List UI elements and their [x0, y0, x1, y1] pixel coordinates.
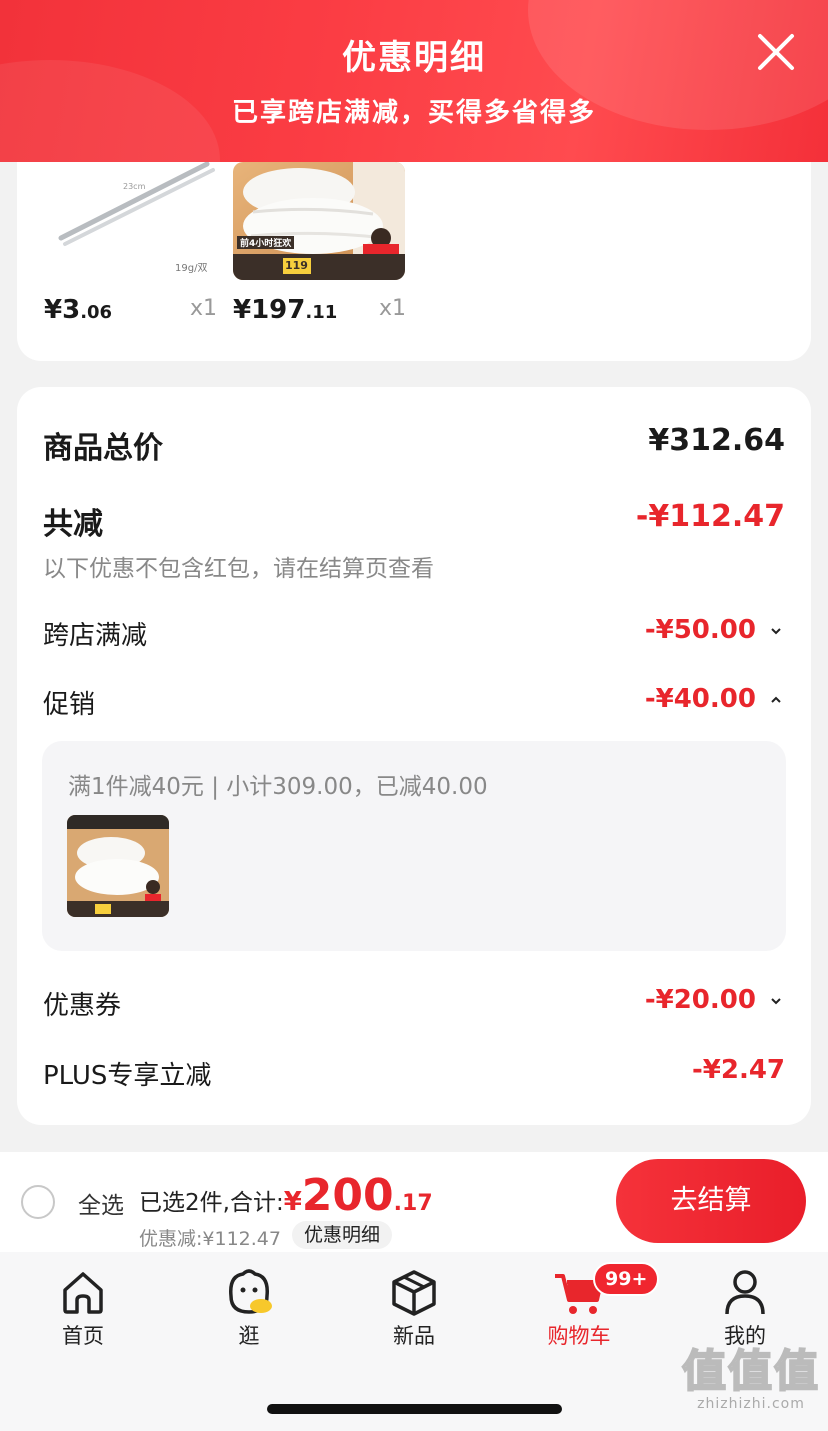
page-title: 优惠明细 [342, 38, 486, 78]
promo-detail-box: 满1件减40元 | 小计309.00，已减40.00 [42, 741, 786, 951]
home-indicator [267, 1404, 562, 1414]
total-price-value: ¥312.64 [648, 423, 785, 458]
checkout-bar: 全选 已选2件,合计:¥200.17 优惠减:¥112.47 优惠明细 去结算 [0, 1152, 828, 1252]
total-reduce-label: 共减 [43, 507, 103, 542]
watermark-url: zhizhizhi.com [697, 1396, 805, 1412]
tab-me[interactable]: 我的 [685, 1266, 805, 1350]
product-image-quilt[interactable]: 前4小时狂欢 119 [233, 162, 405, 280]
selected-total: 已选2件,合计:¥200.17 [139, 1170, 433, 1221]
discount-amount-text: 优惠减:¥112.47 [139, 1228, 281, 1250]
total-reduce-row: 共减 -¥112.47 [43, 499, 785, 542]
cross-store-label: 跨店满减 [43, 621, 148, 651]
product-price-2-int: ¥197 [233, 295, 306, 325]
page-subtitle: 已享跨店满减，买得多省得多 [231, 98, 596, 128]
product-qty-1: x1 [190, 296, 218, 321]
select-all-label[interactable]: 全选 [78, 1186, 124, 1220]
tab-cart-label: 购物车 [547, 1324, 611, 1348]
product-image-chopsticks[interactable]: 23cm 19g/双 [57, 161, 229, 280]
product-image-weight-label: 19g/双 [175, 263, 208, 274]
reduce-note: 以下优惠不包含红包，请在结算页查看 [43, 556, 434, 582]
cross-store-value-wrap: -¥50.00 [645, 615, 783, 645]
product-price-1: ¥3.06 [44, 295, 112, 325]
total-reduce-value: -¥112.47 [635, 499, 785, 534]
tab-new-label: 新品 [393, 1324, 435, 1348]
plus-discount-row: PLUS专享立减 -¥2.47 [43, 1055, 785, 1091]
discount-summary-card: 商品总价 ¥312.64 共减 -¥112.47 以下优惠不包含红包，请在结算页… [17, 387, 811, 1125]
tab-home[interactable]: 首页 [23, 1266, 143, 1350]
coupon-label: 优惠券 [43, 991, 122, 1021]
chevron-down-icon [771, 997, 781, 1004]
box-icon [392, 1270, 436, 1316]
coupon-value: -¥20.00 [644, 985, 756, 1015]
total-price-label: 商品总价 [43, 431, 163, 466]
product-image-badge: 前4小时狂欢 [237, 236, 295, 249]
plus-discount-label: PLUS专享立减 [43, 1061, 212, 1091]
discount-detail-chip[interactable]: 优惠明细 [292, 1221, 393, 1249]
checkout-button[interactable]: 去结算 [616, 1159, 806, 1243]
promo-product-thumbnail[interactable] [67, 815, 169, 917]
plus-discount-value: -¥2.47 [691, 1055, 785, 1085]
tab-home-label: 首页 [62, 1324, 104, 1348]
product-price-1-dec: .06 [80, 302, 113, 323]
promo-row[interactable]: 促销 -¥40.00 [43, 684, 785, 720]
total-price-row: 商品总价 ¥312.64 [43, 423, 785, 466]
chevron-up-icon [771, 696, 781, 703]
person-icon [725, 1270, 765, 1315]
cross-store-row[interactable]: 跨店满减 -¥50.00 [43, 615, 785, 651]
close-button[interactable] [754, 30, 798, 74]
promo-value: -¥40.00 [644, 684, 756, 714]
home-icon [63, 1272, 103, 1314]
tab-cart[interactable]: 99+ 购物车 [519, 1262, 660, 1350]
product-price-2-dec: .11 [305, 302, 338, 323]
cross-store-value: -¥50.00 [644, 615, 756, 645]
reduce-note-row: 以下优惠不包含红包，请在结算页查看 [43, 549, 785, 582]
product-price-2: ¥197.11 [233, 295, 337, 325]
tab-new[interactable]: 新品 [354, 1266, 474, 1350]
product-image-size-label: 23cm [123, 182, 146, 191]
product-price-1-int: ¥3 [44, 295, 81, 325]
chevron-down-icon [771, 627, 781, 634]
select-all-checkbox[interactable] [21, 1185, 55, 1219]
watermark-logo: 值值值 [681, 1346, 820, 1397]
total-amount-int: 200 [301, 1170, 394, 1221]
cart-count-badge: 99+ [593, 1262, 660, 1296]
coupon-value-wrap: -¥20.00 [645, 985, 783, 1015]
discount-detail-header: 优惠明细 已享跨店满减，买得多省得多 [0, 0, 828, 162]
watermark: 值值值 zhizhizhi.com [676, 1346, 826, 1413]
promo-detail-text: 满1件减40元 | 小计309.00，已减40.00 [68, 774, 488, 800]
selected-count-text: 已选2件,合计: [139, 1190, 284, 1216]
coupon-row[interactable]: 优惠券 -¥20.00 [43, 985, 785, 1021]
tab-browse[interactable]: 逛 [189, 1266, 309, 1350]
product-qty-2: x1 [379, 296, 407, 321]
tab-browse-label: 逛 [238, 1324, 260, 1348]
total-currency: ¥ [283, 1187, 302, 1217]
total-amount-dec: .17 [393, 1191, 433, 1216]
product-image-price: 119 [285, 259, 308, 272]
promo-value-wrap: -¥40.00 [645, 684, 783, 714]
browse-mascot-icon [229, 1269, 272, 1314]
close-icon [758, 34, 794, 70]
promo-label: 促销 [43, 690, 96, 720]
